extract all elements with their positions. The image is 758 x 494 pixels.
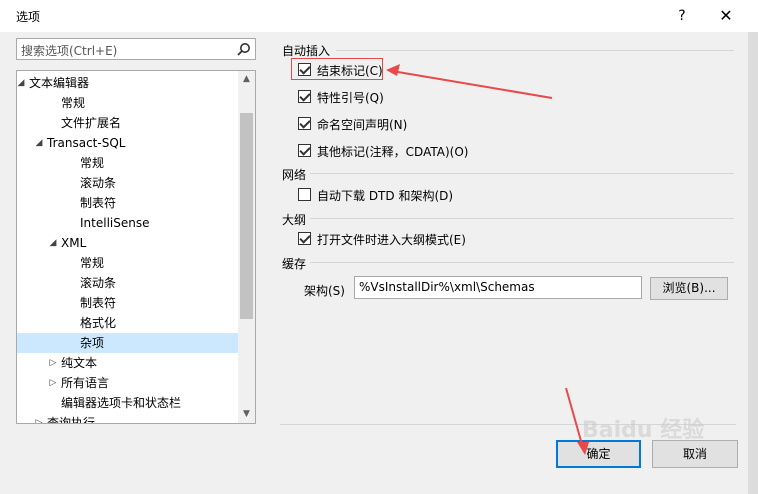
arrow-to-checkbox <box>391 70 553 99</box>
arrow-to-ok <box>565 387 584 449</box>
arrow-head-icon <box>577 442 589 455</box>
annotation-arrows <box>386 64 589 455</box>
arrow-head-icon <box>386 64 400 76</box>
